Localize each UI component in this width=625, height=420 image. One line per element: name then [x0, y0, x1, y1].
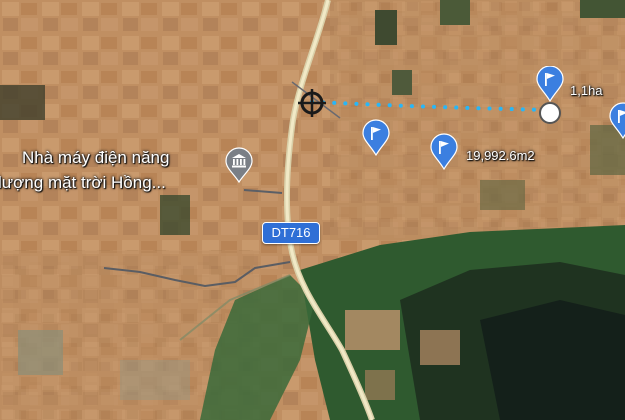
area-pin-edge[interactable]	[609, 102, 625, 145]
flag-pin-icon	[536, 65, 564, 103]
flag-pin-icon	[609, 102, 625, 140]
poi-label-line2[interactable]: lượng mặt trời Hồng...	[0, 172, 166, 193]
area-pin-3[interactable]	[362, 119, 390, 162]
flag-pin-icon	[430, 133, 458, 171]
poi-bank-icon[interactable]	[224, 147, 254, 184]
area-pin-1-label: 1,1ha	[570, 83, 603, 98]
area-pin-2[interactable]	[430, 133, 458, 176]
satellite-imagery	[0, 0, 625, 420]
satellite-map[interactable]: 1,1ha 19,992.6m2 Nhà máy điện năng lượng…	[0, 0, 625, 420]
measure-start-crosshair-icon[interactable]	[297, 88, 327, 118]
flag-pin-icon	[362, 119, 390, 157]
road-shield-dt716: DT716	[262, 222, 320, 244]
area-pin-2-label: 19,992.6m2	[466, 148, 535, 163]
area-pin-1[interactable]	[536, 65, 564, 107]
poi-label-line1[interactable]: Nhà máy điện năng	[22, 147, 169, 168]
